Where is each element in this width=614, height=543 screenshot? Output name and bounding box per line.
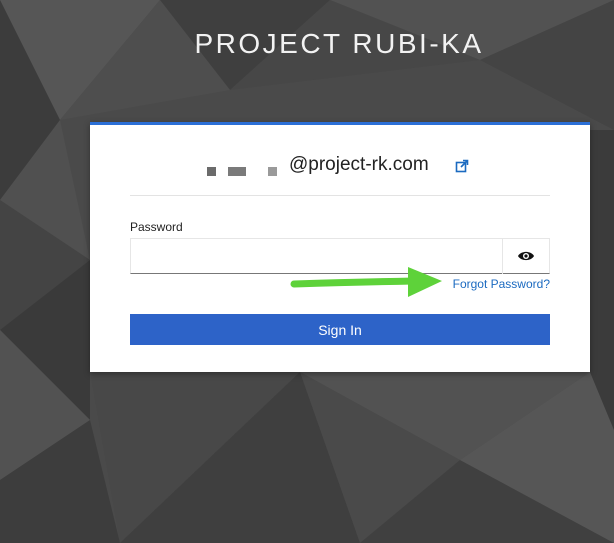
sign-in-button[interactable]: Sign In: [130, 314, 550, 345]
login-card: @project-rk.com Password Forgot Password…: [90, 122, 590, 372]
forgot-password-link[interactable]: Forgot Password?: [453, 277, 550, 291]
redacted-block: [228, 167, 246, 176]
eye-icon: [518, 251, 534, 261]
redacted-block: [207, 167, 216, 176]
external-link-icon[interactable]: [455, 159, 469, 173]
password-label: Password: [130, 220, 183, 234]
green-arrow-annotation: [290, 267, 442, 297]
show-password-button[interactable]: [502, 238, 549, 274]
username-display: @project-rk.com: [130, 125, 550, 196]
username-domain: @project-rk.com: [289, 154, 429, 175]
page-title: PROJECT RUBI-KA: [194, 28, 484, 59]
redacted-block: [268, 167, 277, 176]
